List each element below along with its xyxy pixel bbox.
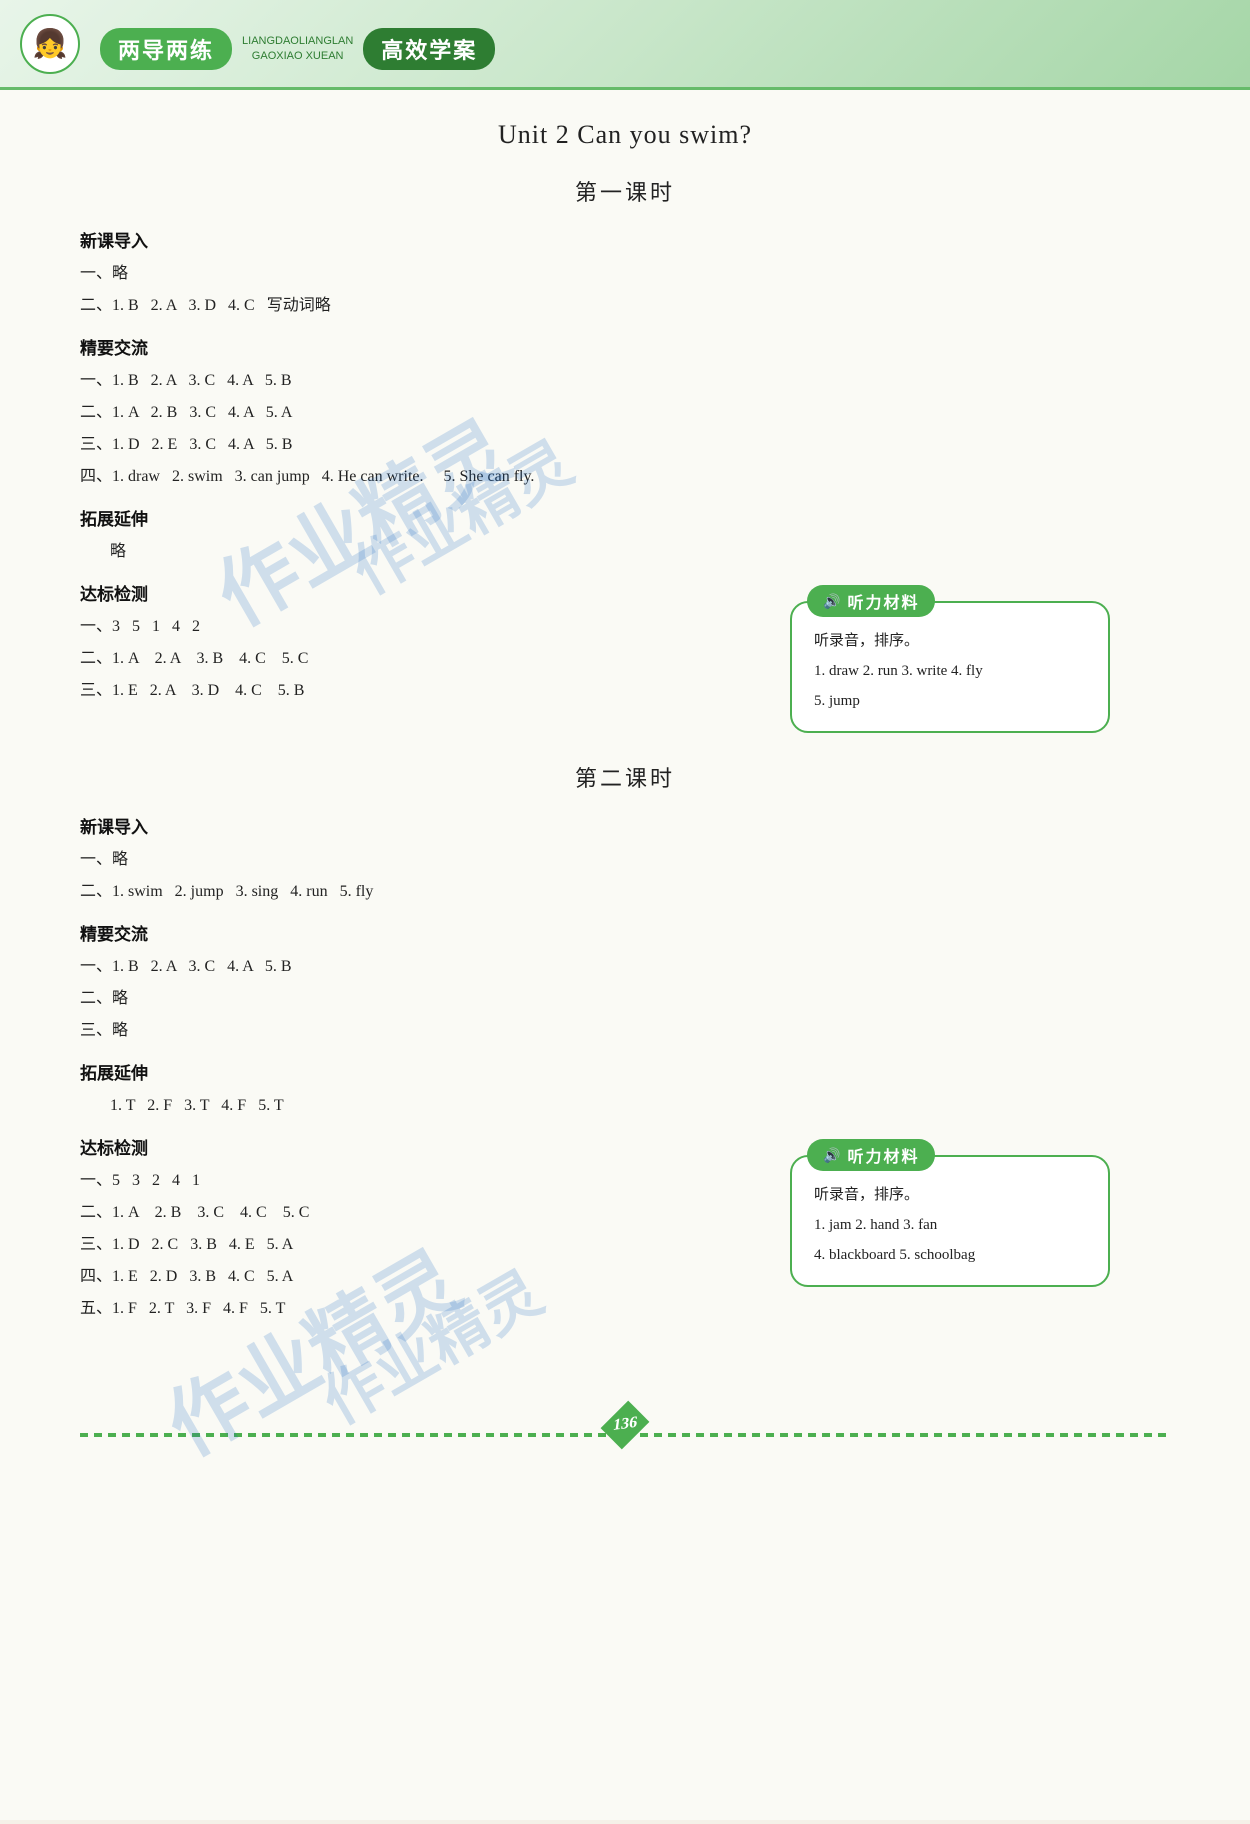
- badge1: 两导两练: [100, 28, 232, 70]
- s2-sub2-line3: 三、略: [80, 1015, 1170, 1047]
- listening-box-2: 听力材料 听录音，排序。 1. jam 2. hand 3. fan 4. bl…: [790, 1155, 1110, 1287]
- s1-sub2-line4: 四、1. draw 2. swim 3. can jump 4. He can …: [80, 461, 1170, 493]
- listening-tag-2: 听力材料: [807, 1139, 935, 1171]
- footer-diamond: 136: [601, 1401, 650, 1450]
- s1-sub2-label: 精要交流: [80, 334, 1170, 359]
- s2-sub1-label: 新课导入: [80, 813, 1170, 838]
- footer: 136: [80, 1395, 1170, 1455]
- page-title: Unit 2 Can you swim?: [80, 120, 1170, 150]
- s1-sub2-line1: 一、1. B 2. A 3. C 4. A 5. B: [80, 365, 1170, 397]
- badge2: 高效学案: [363, 28, 495, 70]
- s2-sub2-line2: 二、略: [80, 983, 1170, 1015]
- section1-title: 第一课时: [80, 175, 1170, 207]
- s1-sub1-label: 新课导入: [80, 227, 1170, 252]
- s2-sub1-line2: 二、1. swim 2. jump 3. sing 4. run 5. fly: [80, 876, 1170, 908]
- s1-sub1-line2: 二、1. B 2. A 3. D 4. C 写动词略: [80, 290, 1170, 322]
- mascot: 👧: [20, 14, 90, 84]
- s1-sub3-label: 拓展延伸: [80, 505, 1170, 530]
- sub1: LIANGDAOLIANGLAN GAOXIAO XUEAN: [242, 34, 353, 63]
- mascot-icon: 👧: [20, 14, 80, 74]
- main-content: 作业精灵 作业精灵 作业精灵 作业精灵 Unit 2 Can you swim?…: [0, 90, 1250, 1820]
- header-titles: 两导两练 LIANGDAOLIANGLAN GAOXIAO XUEAN 高效学案: [100, 28, 495, 70]
- s2-sub2-label: 精要交流: [80, 920, 1170, 945]
- s2-sub3-line1: 1. T 2. F 3. T 4. F 5. T: [110, 1090, 1170, 1122]
- s2-sub1-line1: 一、略: [80, 844, 1170, 876]
- header: 👧 两导两练 LIANGDAOLIANGLAN GAOXIAO XUEAN 高效…: [0, 0, 1250, 90]
- s2-sub3-label: 拓展延伸: [80, 1059, 1170, 1084]
- s1-sub3-line1: 略: [110, 536, 1170, 568]
- listening-tag-1: 听力材料: [807, 585, 935, 617]
- s1-sub1-line1: 一、略: [80, 258, 1170, 290]
- s1-sub2-line3: 三、1. D 2. E 3. C 4. A 5. B: [80, 429, 1170, 461]
- section2-title: 第二课时: [80, 761, 1170, 793]
- s2-sub4-line5: 五、1. F 2. T 3. F 4. F 5. T: [80, 1293, 1170, 1325]
- s1-sub2-line2: 二、1. A 2. B 3. C 4. A 5. A: [80, 397, 1170, 429]
- s2-sub2-line1: 一、1. B 2. A 3. C 4. A 5. B: [80, 951, 1170, 983]
- page-number: 136: [612, 1414, 639, 1436]
- listening-content-1: 听录音，排序。 1. draw 2. run 3. write 4. fly 5…: [814, 626, 1086, 716]
- listening-content-2: 听录音，排序。 1. jam 2. hand 3. fan 4. blackbo…: [814, 1180, 1086, 1270]
- listening-box-1: 听力材料 听录音，排序。 1. draw 2. run 3. write 4. …: [790, 601, 1110, 733]
